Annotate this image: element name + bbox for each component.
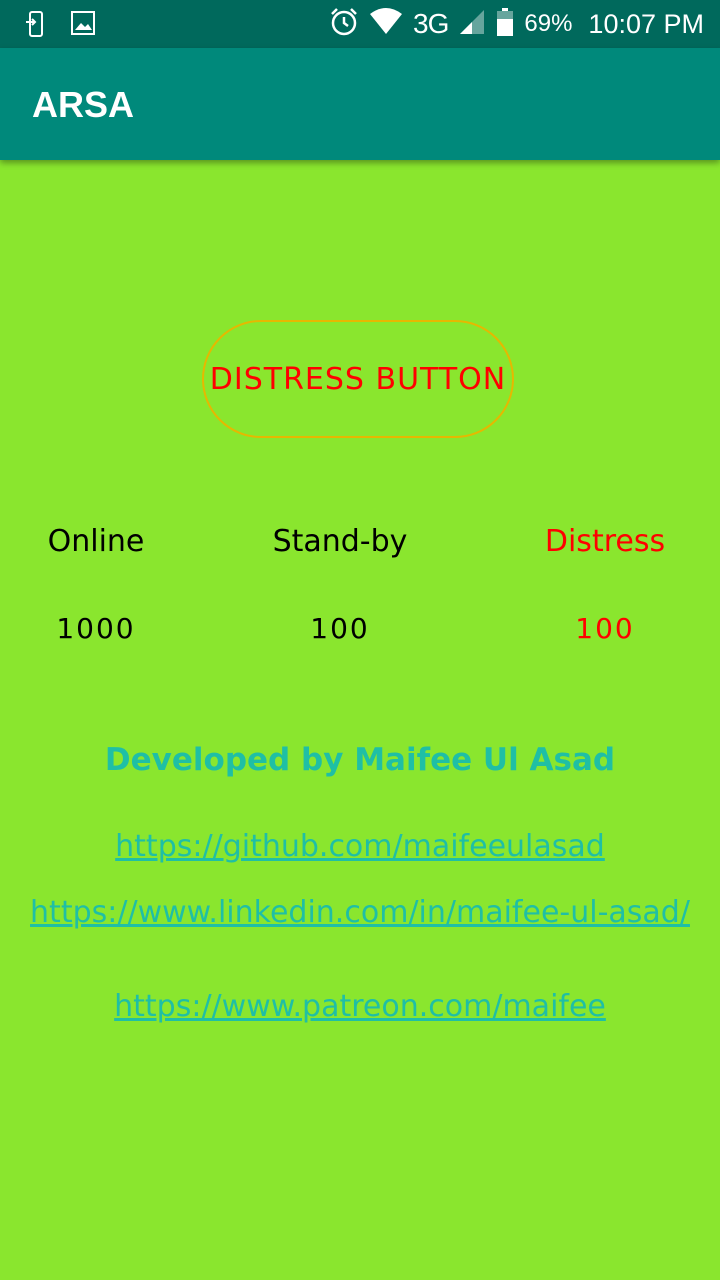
status-bar: 3G 69% 10:07 PM xyxy=(0,0,720,48)
distress-count: 100 xyxy=(575,612,635,645)
alarm-icon xyxy=(329,7,359,42)
clock: 10:07 PM xyxy=(588,8,704,39)
github-link[interactable]: https://github.com/maifeeulasad xyxy=(30,830,690,864)
distress-label: Distress xyxy=(544,524,666,559)
battery-percentage: 69% xyxy=(524,10,573,37)
standby-label: Stand-by xyxy=(272,524,408,559)
wifi-icon xyxy=(369,7,403,41)
sim-icon xyxy=(26,10,46,42)
standby-count: 100 xyxy=(310,612,370,645)
developer-credit: Developed by Maifee Ul Asad xyxy=(104,742,616,778)
online-count: 1000 xyxy=(56,612,136,645)
signal-icon xyxy=(458,8,486,41)
online-label: Online xyxy=(47,524,145,559)
linkedin-link[interactable]: https://www.linkedin.com/in/maifee-ul-as… xyxy=(30,896,690,930)
battery-icon xyxy=(496,7,514,42)
patreon-link[interactable]: https://www.patreon.com/maifee xyxy=(30,990,690,1024)
app-bar: ARSA xyxy=(0,48,720,160)
distress-button-label: DISTRESS BUTTON xyxy=(209,361,507,397)
network-type: 3G xyxy=(413,8,449,39)
image-icon xyxy=(70,10,96,42)
status-notifications xyxy=(26,10,96,42)
distress-button[interactable]: DISTRESS BUTTON xyxy=(202,320,514,438)
app-title: ARSA xyxy=(32,84,135,125)
status-system: 3G 69% 10:07 PM xyxy=(329,0,704,48)
